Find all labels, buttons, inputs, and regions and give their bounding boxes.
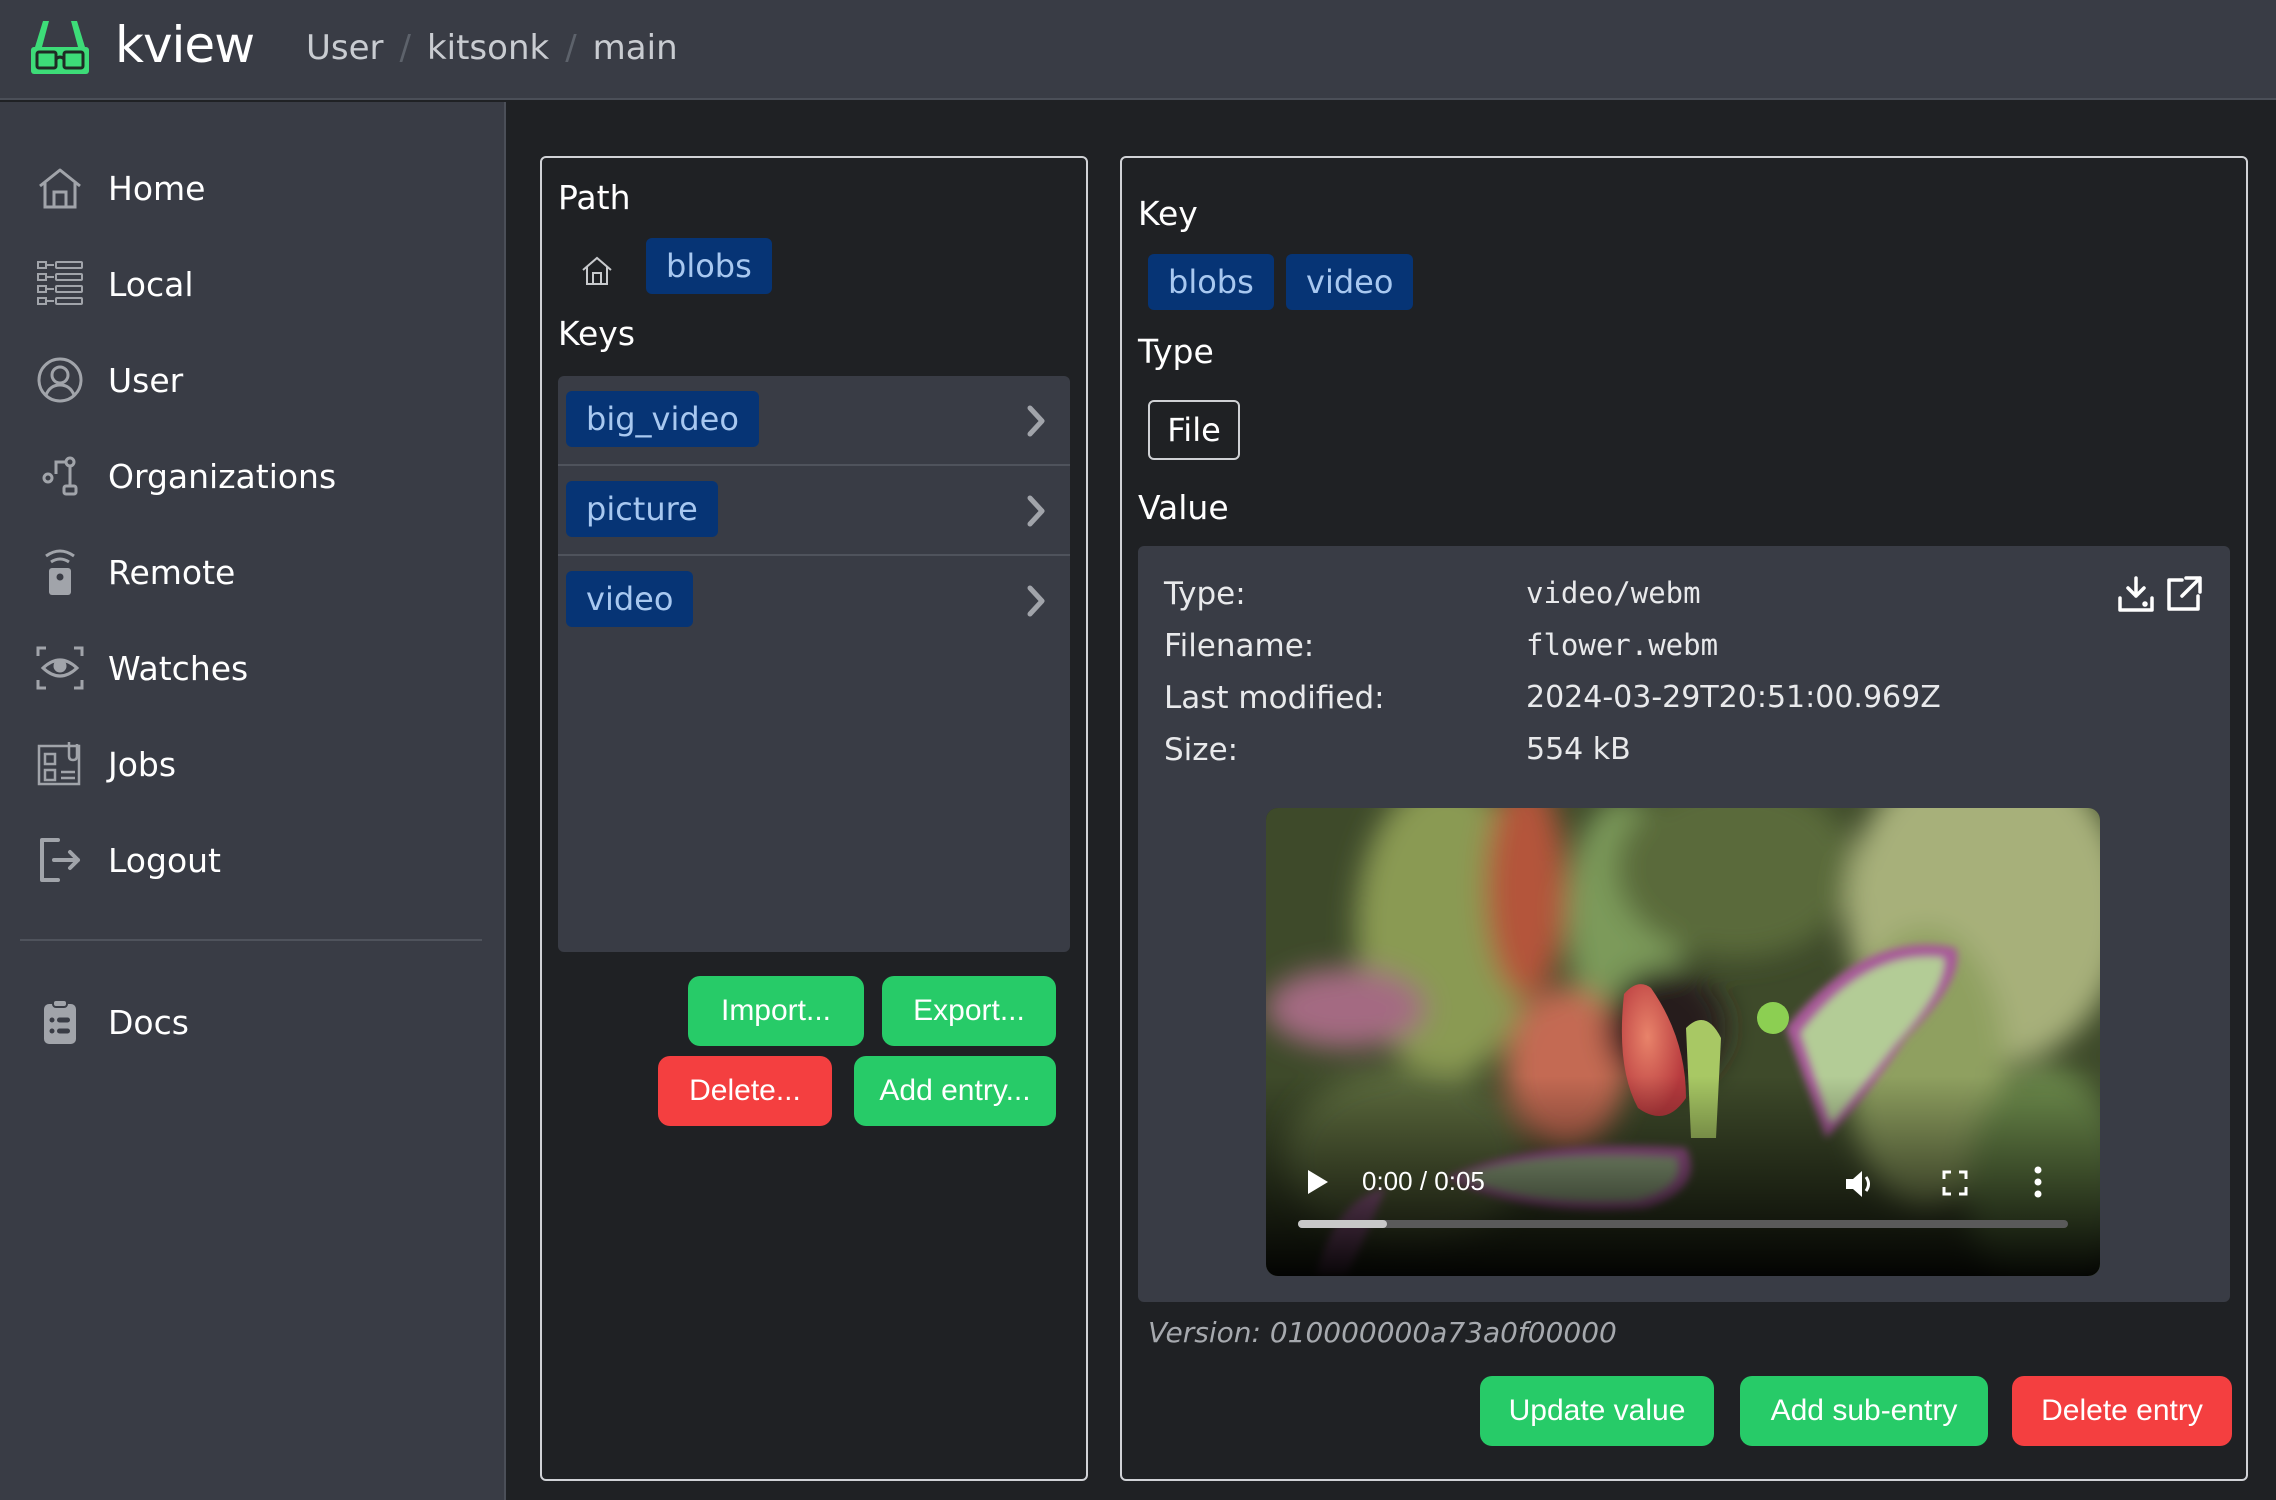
entry-detail-panel: Key blobs video Type File Value Type: vi… (1120, 156, 2248, 1481)
export-button[interactable]: Export... (882, 976, 1056, 1046)
sidebar-item-jobs[interactable]: Jobs (0, 724, 504, 804)
app-header: kview User / kitsonk / main (0, 0, 2276, 100)
sidebar: Home Local User Organizations Remote Wat… (0, 102, 506, 1500)
sidebar-item-logout[interactable]: Logout (0, 820, 504, 900)
version-text: Version: 010000000a73a0f00000 (1148, 1316, 1617, 1349)
home-icon (36, 164, 84, 212)
sidebar-item-label: Home (108, 168, 206, 208)
last-modified-label: Last modified: (1164, 680, 1385, 716)
video-buffered-fill (1298, 1220, 1387, 1228)
delete-entry-button[interactable]: Delete entry (2012, 1376, 2232, 1446)
key-row-big-video[interactable]: big_video (558, 376, 1070, 466)
path-title: Path (558, 178, 631, 217)
breadcrumb-separator: / (399, 28, 411, 68)
sidebar-item-organizations[interactable]: Organizations (0, 436, 504, 516)
import-button[interactable]: Import... (688, 976, 864, 1046)
filename-value: flower.webm (1526, 628, 1719, 662)
key-row-picture[interactable]: picture (558, 466, 1070, 556)
last-modified-value: 2024-03-29T20:51:00.969Z (1526, 680, 1941, 715)
sidebar-item-label: Logout (108, 840, 221, 880)
chevron-right-icon (1027, 405, 1045, 437)
file-type-label: Type: (1164, 576, 1246, 612)
size-value: 554 kB (1526, 732, 1631, 767)
filename-label: Filename: (1164, 628, 1315, 664)
watches-icon (36, 644, 84, 692)
sidebar-item-watches[interactable]: Watches (0, 628, 504, 708)
sidebar-divider (20, 939, 482, 941)
chevron-right-icon (1027, 585, 1045, 617)
key-tag: video (566, 571, 694, 627)
value-title: Value (1138, 488, 1229, 527)
video-player[interactable]: 0:00 / 0:05 (1266, 808, 2100, 1276)
breadcrumb-main[interactable]: main (593, 28, 678, 68)
play-icon[interactable] (1306, 1168, 1330, 1196)
logout-icon (36, 836, 84, 884)
delete-button[interactable]: Delete... (658, 1056, 832, 1126)
breadcrumb-kitsonk[interactable]: kitsonk (427, 28, 549, 68)
remote-icon (36, 548, 84, 596)
key-segment-video[interactable]: video (1286, 254, 1414, 310)
jobs-icon (36, 740, 84, 788)
file-value-box: Type: video/webm Filename: flower.webm L… (1138, 546, 2230, 1302)
kview-glasses-logo-icon[interactable] (29, 19, 91, 77)
add-sub-entry-button[interactable]: Add sub-entry (1740, 1376, 1988, 1446)
key-title: Key (1138, 194, 1198, 233)
file-actions (2116, 574, 2204, 614)
sidebar-item-local[interactable]: Local (0, 244, 504, 324)
sidebar-item-user[interactable]: User (0, 340, 504, 420)
sidebar-item-home[interactable]: Home (0, 148, 504, 228)
size-label: Size: (1164, 732, 1239, 768)
add-entry-button[interactable]: Add entry... (854, 1056, 1056, 1126)
key-row-video[interactable]: video (558, 556, 1070, 646)
brand-name[interactable]: kview (115, 16, 255, 74)
keys-title: Keys (558, 314, 636, 353)
sidebar-item-label: User (108, 360, 184, 400)
user-icon (36, 356, 84, 404)
chevron-right-icon (1027, 495, 1045, 527)
open-external-icon[interactable] (2164, 574, 2204, 614)
key-segment-blobs[interactable]: blobs (1148, 254, 1274, 310)
download-icon[interactable] (2116, 574, 2156, 614)
sidebar-item-label: Local (108, 264, 194, 304)
update-value-button[interactable]: Update value (1480, 1376, 1714, 1446)
keys-list: big_video picture video (558, 376, 1070, 952)
more-options-icon[interactable] (2032, 1166, 2044, 1198)
sidebar-item-label: Remote (108, 552, 236, 592)
type-badge: File (1148, 400, 1240, 460)
sidebar-item-label: Docs (108, 1002, 189, 1042)
breadcrumb: User / kitsonk / main (306, 28, 678, 68)
path-home-icon[interactable] (580, 254, 614, 288)
key-tag: picture (566, 481, 718, 537)
sidebar-item-remote[interactable]: Remote (0, 532, 504, 612)
sidebar-item-label: Jobs (108, 744, 177, 784)
sidebar-item-docs[interactable]: Docs (0, 982, 504, 1062)
breadcrumb-separator: / (565, 28, 577, 68)
sidebar-item-label: Watches (108, 648, 249, 688)
docs-icon (36, 998, 84, 1046)
key-tag: big_video (566, 391, 759, 447)
type-title: Type (1138, 332, 1214, 371)
sidebar-item-label: Organizations (108, 456, 337, 496)
video-progress-slider[interactable] (1298, 1220, 2068, 1228)
breadcrumb-user[interactable]: User (306, 28, 384, 68)
path-segment-blobs[interactable]: blobs (646, 238, 772, 294)
organizations-icon (36, 452, 84, 500)
volume-icon[interactable] (1844, 1168, 1878, 1200)
fullscreen-icon[interactable] (1942, 1170, 1968, 1196)
video-time: 0:00 / 0:05 (1362, 1166, 1485, 1196)
local-database-icon (36, 260, 84, 308)
file-type-value: video/webm (1526, 576, 1701, 610)
path-keys-panel: Path blobs Keys big_video picture video … (540, 156, 1088, 1481)
